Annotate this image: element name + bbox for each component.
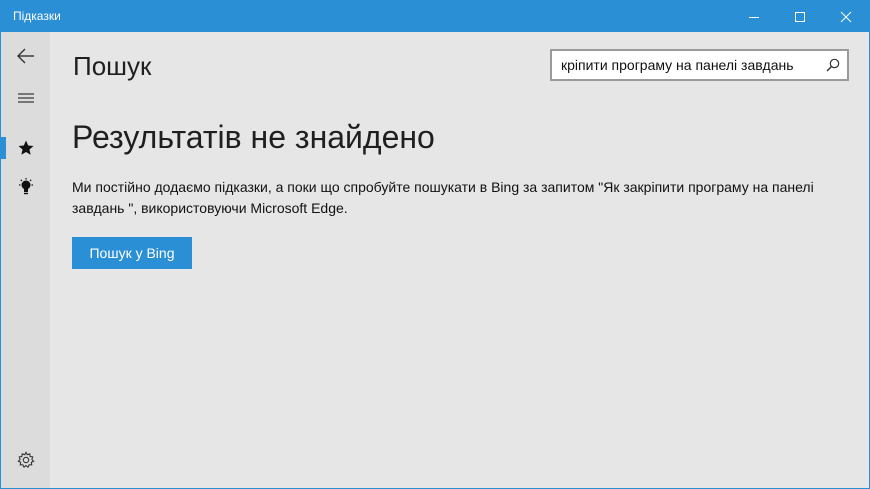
minimize-button[interactable] xyxy=(731,1,777,32)
main-content: Пошук Результатів не знайдено Ми постійн… xyxy=(50,32,869,488)
page-title: Пошук xyxy=(73,51,152,81)
search-bing-button[interactable]: Пошук у Bing xyxy=(72,237,192,269)
maximize-icon xyxy=(795,11,805,22)
gear-icon xyxy=(16,451,35,469)
settings-button[interactable] xyxy=(1,440,50,480)
no-results-message: Ми постійно додаємо підказки, а поки що … xyxy=(72,179,814,216)
no-results-heading: Результатів не знайдено xyxy=(72,119,435,155)
app-window: Підказки Пошук кріпити програму на панел… xyxy=(0,0,870,489)
hamburger-menu-icon xyxy=(17,93,34,103)
search-input[interactable] xyxy=(552,51,820,79)
title-bar: Підказки xyxy=(1,1,869,32)
window-title: Підказки xyxy=(13,9,61,23)
hamburger-menu-button[interactable] xyxy=(1,78,50,118)
sidebar-item-favorites[interactable] xyxy=(1,128,50,168)
back-button[interactable] xyxy=(1,36,50,76)
maximize-button[interactable] xyxy=(777,1,823,32)
search-box xyxy=(550,49,849,81)
back-arrow-icon xyxy=(16,48,34,64)
close-button[interactable] xyxy=(823,1,869,32)
star-icon xyxy=(18,140,33,155)
search-button[interactable] xyxy=(819,51,847,79)
close-icon xyxy=(840,11,852,22)
sidebar-item-tips[interactable] xyxy=(1,167,50,207)
search-icon xyxy=(826,58,840,72)
sidebar xyxy=(1,32,50,488)
lightbulb-icon xyxy=(18,178,33,195)
minimize-icon xyxy=(749,16,759,18)
